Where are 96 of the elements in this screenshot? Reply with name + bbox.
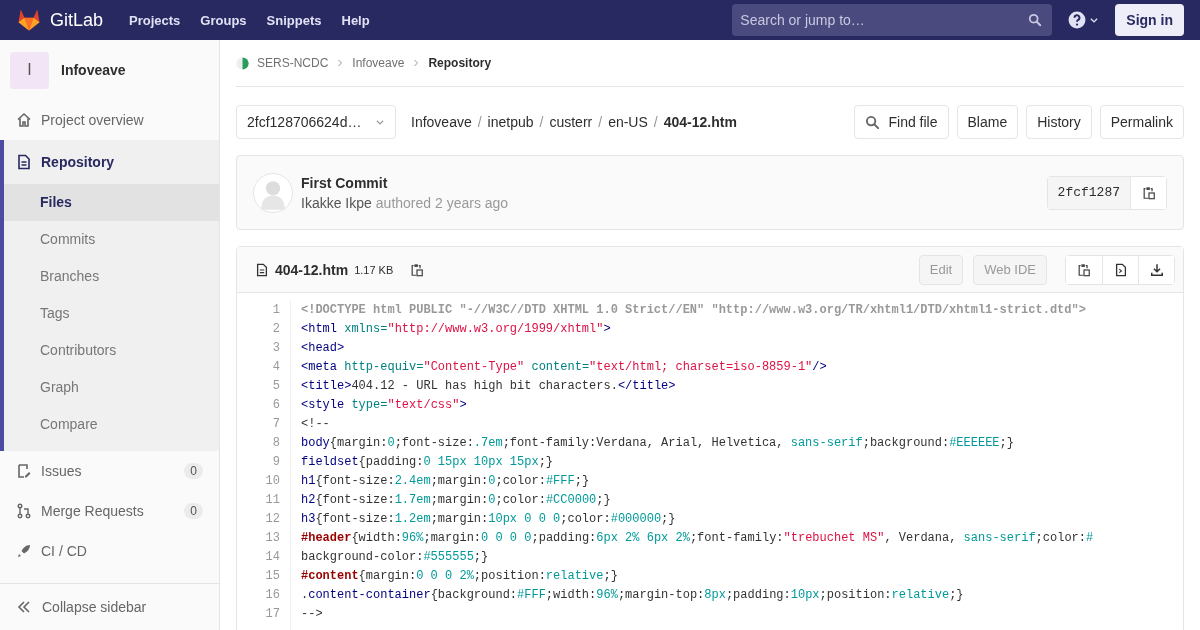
branch-dropdown[interactable]: 2fcf128706624d… bbox=[236, 105, 396, 139]
avatar bbox=[253, 172, 293, 213]
sidebar-item[interactable]: Project overview bbox=[0, 100, 219, 140]
action-button[interactable]: Find file bbox=[854, 105, 949, 139]
breadcrumb-link[interactable]: Infoveave bbox=[352, 56, 405, 70]
document-icon bbox=[16, 154, 32, 170]
download-icon bbox=[1149, 262, 1164, 277]
sidebar-subitem[interactable]: Branches bbox=[4, 258, 219, 295]
search-icon bbox=[865, 114, 881, 130]
line-number[interactable]: 6 bbox=[237, 396, 280, 415]
file-size: 1.17 KB bbox=[354, 263, 394, 276]
clipboard-icon bbox=[1077, 262, 1091, 277]
sidebar-subitem[interactable]: Compare bbox=[4, 406, 219, 443]
clipboard-icon bbox=[410, 262, 425, 277]
chevron-right-icon bbox=[412, 59, 421, 67]
nav-link[interactable]: Help bbox=[341, 12, 370, 28]
project-avatar[interactable]: I bbox=[10, 51, 49, 89]
breadcrumb-link[interactable]: SERS-NCDC bbox=[257, 56, 329, 70]
breadcrumb-link[interactable]: Repository bbox=[428, 56, 492, 70]
copy-button[interactable] bbox=[1066, 255, 1102, 284]
path-link[interactable]: custerr bbox=[549, 114, 593, 130]
issues-icon bbox=[16, 463, 32, 479]
code-line: <!DOCTYPE html PUBLIC "-//W3C//DTD XHTML 1.0 Strict//EN" "http://www.w3.org/TR/xhtml1/DTD/xhtml1-strict.dtd"> bbox=[301, 302, 1087, 319]
code-line: <style type="text/css"> bbox=[301, 397, 468, 414]
code-line: background-color:#555555;} bbox=[301, 549, 490, 566]
file-name: 404-12.htm bbox=[275, 261, 349, 278]
code-line: #header{width:96%;margin:0 0 0 0;padding:6px 2% 6px 2%;font-family:"trebuchet MS", Verdana, sans-serif;color:# bbox=[301, 530, 1094, 547]
count-badge: 0 bbox=[184, 503, 203, 519]
file-icon bbox=[255, 262, 269, 277]
nav-link[interactable]: Groups bbox=[200, 12, 247, 28]
sidebar-subitem[interactable]: Tags bbox=[4, 295, 219, 332]
clipboard-icon bbox=[1141, 185, 1156, 200]
nav-link[interactable]: Projects bbox=[129, 12, 181, 28]
fox-logo-icon bbox=[16, 8, 42, 32]
path-separator: / bbox=[539, 114, 544, 130]
line-number[interactable]: 9 bbox=[237, 453, 280, 472]
line-number[interactable]: 5 bbox=[237, 377, 280, 396]
code-line: .content-container{background:#FFF;width:96%;margin-top:8px;padding:10px;position:relative;} bbox=[301, 587, 965, 604]
line-number[interactable]: 3 bbox=[237, 339, 280, 358]
path-link[interactable]: en-US bbox=[608, 114, 648, 130]
commit-title[interactable]: First Commit bbox=[301, 174, 1039, 191]
action-button[interactable]: Blame bbox=[956, 105, 1019, 139]
commit-author[interactable]: Ikakke Ikpe bbox=[301, 194, 372, 211]
chevron-right-icon bbox=[336, 59, 345, 67]
sidebar-subitem[interactable]: Contributors bbox=[4, 332, 219, 369]
nav-link[interactable]: Snippets bbox=[266, 12, 322, 28]
line-number[interactable]: 2 bbox=[237, 320, 280, 339]
sidebar-item[interactable]: Merge Requests 0 bbox=[0, 491, 219, 531]
brand-name[interactable]: GitLab bbox=[50, 9, 104, 31]
help-menu[interactable] bbox=[1068, 11, 1100, 29]
action-button[interactable]: Permalink bbox=[1099, 105, 1184, 139]
code-line: <head> bbox=[301, 340, 346, 357]
chevron-down-icon bbox=[375, 117, 385, 127]
code-line: <html xmlns="http://www.w3.org/1999/xhtml"> bbox=[301, 321, 612, 338]
chevron-down-icon bbox=[1089, 15, 1100, 25]
code-line: <meta http-equiv="Content-Type" content="text/html; charset=iso-8859-1"/> bbox=[301, 359, 828, 376]
path-separator: / bbox=[653, 114, 658, 130]
sidebar-subitem[interactable]: Graph bbox=[4, 369, 219, 406]
sidebar-subitem[interactable]: Commits bbox=[4, 221, 219, 258]
path-separator: / bbox=[598, 114, 603, 130]
download-button[interactable] bbox=[1138, 255, 1174, 284]
action-button[interactable]: History bbox=[1026, 105, 1092, 139]
code-line: h2{font-size:1.7em;margin:0;color:#CC0000;} bbox=[301, 492, 612, 509]
help-icon bbox=[1068, 11, 1087, 29]
sidebar-item[interactable]: CI / CD bbox=[0, 531, 219, 571]
copy-button[interactable] bbox=[1131, 176, 1166, 209]
search-field[interactable]: Search or jump to… bbox=[732, 4, 1053, 36]
commit-sha[interactable]: 2fcf1287 bbox=[1047, 176, 1131, 209]
code-line: body{margin:0;font-size:.7em;font-family:Verdana, Arial, Helvetica, sans-serif;background:#EEEEEE;} bbox=[301, 435, 1015, 452]
commit-time: authored 2 years ago bbox=[375, 194, 509, 211]
line-number[interactable]: 8 bbox=[237, 434, 280, 453]
sidebar-item[interactable]: Issues 0 bbox=[0, 451, 219, 491]
merge-icon bbox=[16, 503, 32, 519]
house-icon bbox=[16, 112, 32, 128]
sign-in-button[interactable]: Sign in bbox=[1115, 4, 1184, 36]
terminal-file-icon bbox=[1113, 262, 1128, 277]
code-line: #content{margin:0 0 0 2%;position:relative;} bbox=[301, 568, 619, 585]
count-badge: 0 bbox=[184, 463, 203, 479]
sidebar-subitem[interactable]: Files bbox=[4, 184, 219, 221]
project-name[interactable]: Infoveave bbox=[61, 62, 126, 78]
double-chevron-left-icon bbox=[16, 599, 32, 615]
search-icon bbox=[1028, 13, 1043, 27]
group-logo-icon bbox=[236, 56, 249, 70]
code-line: fieldset{padding:0 15px 10px 15px;} bbox=[301, 454, 555, 471]
path-link[interactable]: inetpub bbox=[487, 114, 534, 130]
path-link[interactable]: Infoveave bbox=[411, 114, 472, 130]
file-name[interactable]: 404-12.htm bbox=[663, 114, 737, 130]
code-line: h3{font-size:1.2em;margin:10px 0 0 0;color:#000000;} bbox=[301, 511, 677, 528]
code-line: --> bbox=[301, 606, 324, 623]
sidebar-item[interactable]: Repository bbox=[4, 140, 219, 184]
code-line: <title>404.12 - URL has high bit characters.</title> bbox=[301, 378, 677, 395]
raw-file-button[interactable] bbox=[1102, 255, 1138, 284]
path-separator: / bbox=[477, 114, 482, 130]
code-line: <!-- bbox=[301, 416, 331, 433]
code-line: h1{font-size:2.4em;margin:0;color:#FFF;} bbox=[301, 473, 591, 490]
collapse-sidebar-button[interactable]: Collapse sidebar bbox=[0, 583, 219, 630]
